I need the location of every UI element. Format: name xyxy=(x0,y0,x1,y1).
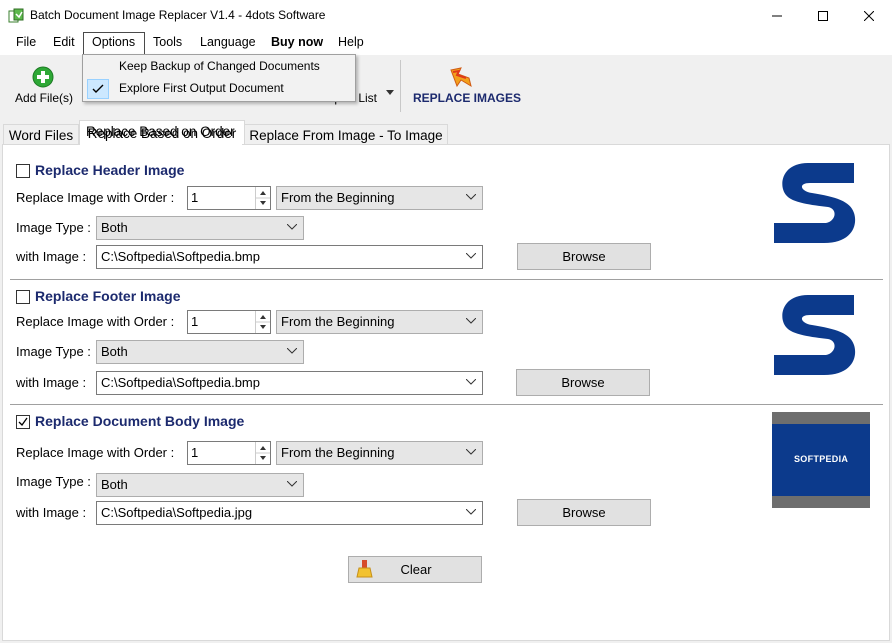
minimize-button[interactable] xyxy=(754,0,800,31)
body-direction-value: From the Beginning xyxy=(281,445,395,460)
tab-replace-based-on-order-label: Replace Based on Order xyxy=(86,124,235,139)
footer-order-spinner[interactable]: 1 xyxy=(187,310,271,334)
footer-image-path: C:\Softpedia\Softpedia.bmp xyxy=(101,375,260,390)
thumbnail-bottom-bar xyxy=(772,496,870,508)
close-icon xyxy=(864,10,874,21)
body-image-checkbox[interactable] xyxy=(16,415,30,429)
body-image-thumbnail: SOFTPEDIA xyxy=(772,412,870,508)
body-direction-select[interactable]: From the Beginning xyxy=(276,441,483,465)
header-direction-select[interactable]: From the Beginning xyxy=(276,186,483,210)
chevron-down-icon xyxy=(466,509,476,515)
footer-order-value: 1 xyxy=(191,314,199,329)
section-separator xyxy=(10,279,883,280)
window-title: Batch Document Image Replacer V1.4 - 4do… xyxy=(30,8,326,22)
header-type-value: Both xyxy=(101,220,128,235)
import-list-dropdown-icon[interactable] xyxy=(386,84,394,95)
header-order-spinner[interactable]: 1 xyxy=(187,186,271,210)
app-icon xyxy=(8,8,24,24)
body-type-value: Both xyxy=(101,477,128,492)
chevron-down-icon xyxy=(287,481,297,487)
body-order-spinner[interactable]: 1 xyxy=(187,441,271,465)
menu-edit[interactable]: Edit xyxy=(53,35,75,49)
thumbnail-top-bar xyxy=(772,412,870,424)
softpedia-thumb-text: SOFTPEDIA xyxy=(794,454,849,464)
menu-help[interactable]: Help xyxy=(338,35,364,49)
replace-images-button[interactable]: REPLACE IMAGES xyxy=(413,91,521,105)
body-with-label: with Image : xyxy=(16,505,87,520)
body-image-path: C:\Softpedia\Softpedia.jpg xyxy=(101,505,253,520)
footer-image-checkbox[interactable] xyxy=(16,290,30,304)
header-type-label: Image Type : xyxy=(16,220,91,235)
footer-direction-value: From the Beginning xyxy=(281,314,395,329)
dropdown-check-highlight xyxy=(87,79,109,99)
header-type-select[interactable]: Both xyxy=(96,216,304,240)
chevron-down-icon xyxy=(287,224,297,230)
add-files-button[interactable]: Add File(s) xyxy=(15,91,73,105)
active-tab-join xyxy=(80,143,242,146)
header-image-checkbox[interactable] xyxy=(16,164,30,178)
menu-tools[interactable]: Tools xyxy=(153,35,182,49)
header-order-value: 1 xyxy=(191,190,199,205)
menu-item-explore-first[interactable]: Explore First Output Document xyxy=(119,81,284,95)
chevron-down-icon xyxy=(466,318,476,324)
body-browse-button[interactable]: Browse xyxy=(517,499,651,526)
add-files-icon xyxy=(32,66,54,88)
options-dropdown-menu: Keep Backup of Changed Documents Explore… xyxy=(82,54,356,102)
body-type-label: Image Type : xyxy=(16,474,91,489)
chevron-down-icon xyxy=(466,379,476,385)
chevron-down-icon xyxy=(466,253,476,259)
toolbar-separator xyxy=(400,60,401,112)
spinner-arrows-icon[interactable] xyxy=(255,187,270,209)
checkmark-icon xyxy=(18,417,28,427)
menu-language[interactable]: Language xyxy=(200,35,256,49)
chevron-down-icon xyxy=(466,449,476,455)
header-image-path-combo[interactable]: C:\Softpedia\Softpedia.bmp xyxy=(96,245,483,269)
header-with-label: with Image : xyxy=(16,249,87,264)
broom-icon xyxy=(356,560,373,578)
body-section-title: Replace Document Body Image xyxy=(35,413,245,429)
footer-section-title: Replace Footer Image xyxy=(35,288,181,304)
header-image-thumbnail xyxy=(772,155,857,252)
menu-options[interactable]: Options xyxy=(92,35,135,49)
clear-button-label: Clear xyxy=(400,562,432,577)
chevron-down-icon xyxy=(466,194,476,200)
footer-direction-select[interactable]: From the Beginning xyxy=(276,310,483,334)
body-order-value: 1 xyxy=(191,445,199,460)
body-order-label: Replace Image with Order : xyxy=(16,445,175,460)
header-section-title: Replace Header Image xyxy=(35,162,185,178)
spinner-arrows-icon[interactable] xyxy=(255,442,270,464)
header-image-path: C:\Softpedia\Softpedia.bmp xyxy=(101,249,260,264)
menu-item-keep-backup[interactable]: Keep Backup of Changed Documents xyxy=(119,59,320,73)
tab-replace-from-image[interactable]: Replace From Image - To Image xyxy=(244,124,448,145)
footer-image-path-combo[interactable]: C:\Softpedia\Softpedia.bmp xyxy=(96,371,483,395)
menu-buy-now[interactable]: Buy now xyxy=(271,35,323,49)
header-direction-value: From the Beginning xyxy=(281,190,395,205)
header-order-label: Replace Image with Order : xyxy=(16,190,175,205)
maximize-button[interactable] xyxy=(800,0,846,31)
close-button[interactable] xyxy=(846,0,892,31)
softpedia-logo-icon xyxy=(774,163,856,243)
clear-button[interactable]: Clear xyxy=(348,556,482,583)
footer-order-label: Replace Image with Order : xyxy=(16,314,175,329)
footer-browse-button[interactable]: Browse xyxy=(516,369,650,396)
minimize-icon xyxy=(772,15,782,16)
footer-type-select[interactable]: Both xyxy=(96,340,304,364)
footer-image-thumbnail xyxy=(772,287,857,384)
softpedia-logo-icon xyxy=(774,295,856,375)
footer-with-label: with Image : xyxy=(16,375,87,390)
tab-word-files[interactable]: Word Files xyxy=(3,124,79,145)
replace-images-icon xyxy=(449,64,475,90)
section-separator xyxy=(10,404,883,405)
menu-file[interactable]: File xyxy=(16,35,36,49)
chevron-down-icon xyxy=(287,348,297,354)
footer-type-value: Both xyxy=(101,344,128,359)
body-type-select[interactable]: Both xyxy=(96,473,304,497)
spinner-arrows-icon[interactable] xyxy=(255,311,270,333)
footer-type-label: Image Type : xyxy=(16,344,91,359)
maximize-icon xyxy=(818,10,828,21)
checkmark-icon xyxy=(92,84,104,93)
header-browse-button[interactable]: Browse xyxy=(517,243,651,270)
body-image-path-combo[interactable]: C:\Softpedia\Softpedia.jpg xyxy=(96,501,483,525)
